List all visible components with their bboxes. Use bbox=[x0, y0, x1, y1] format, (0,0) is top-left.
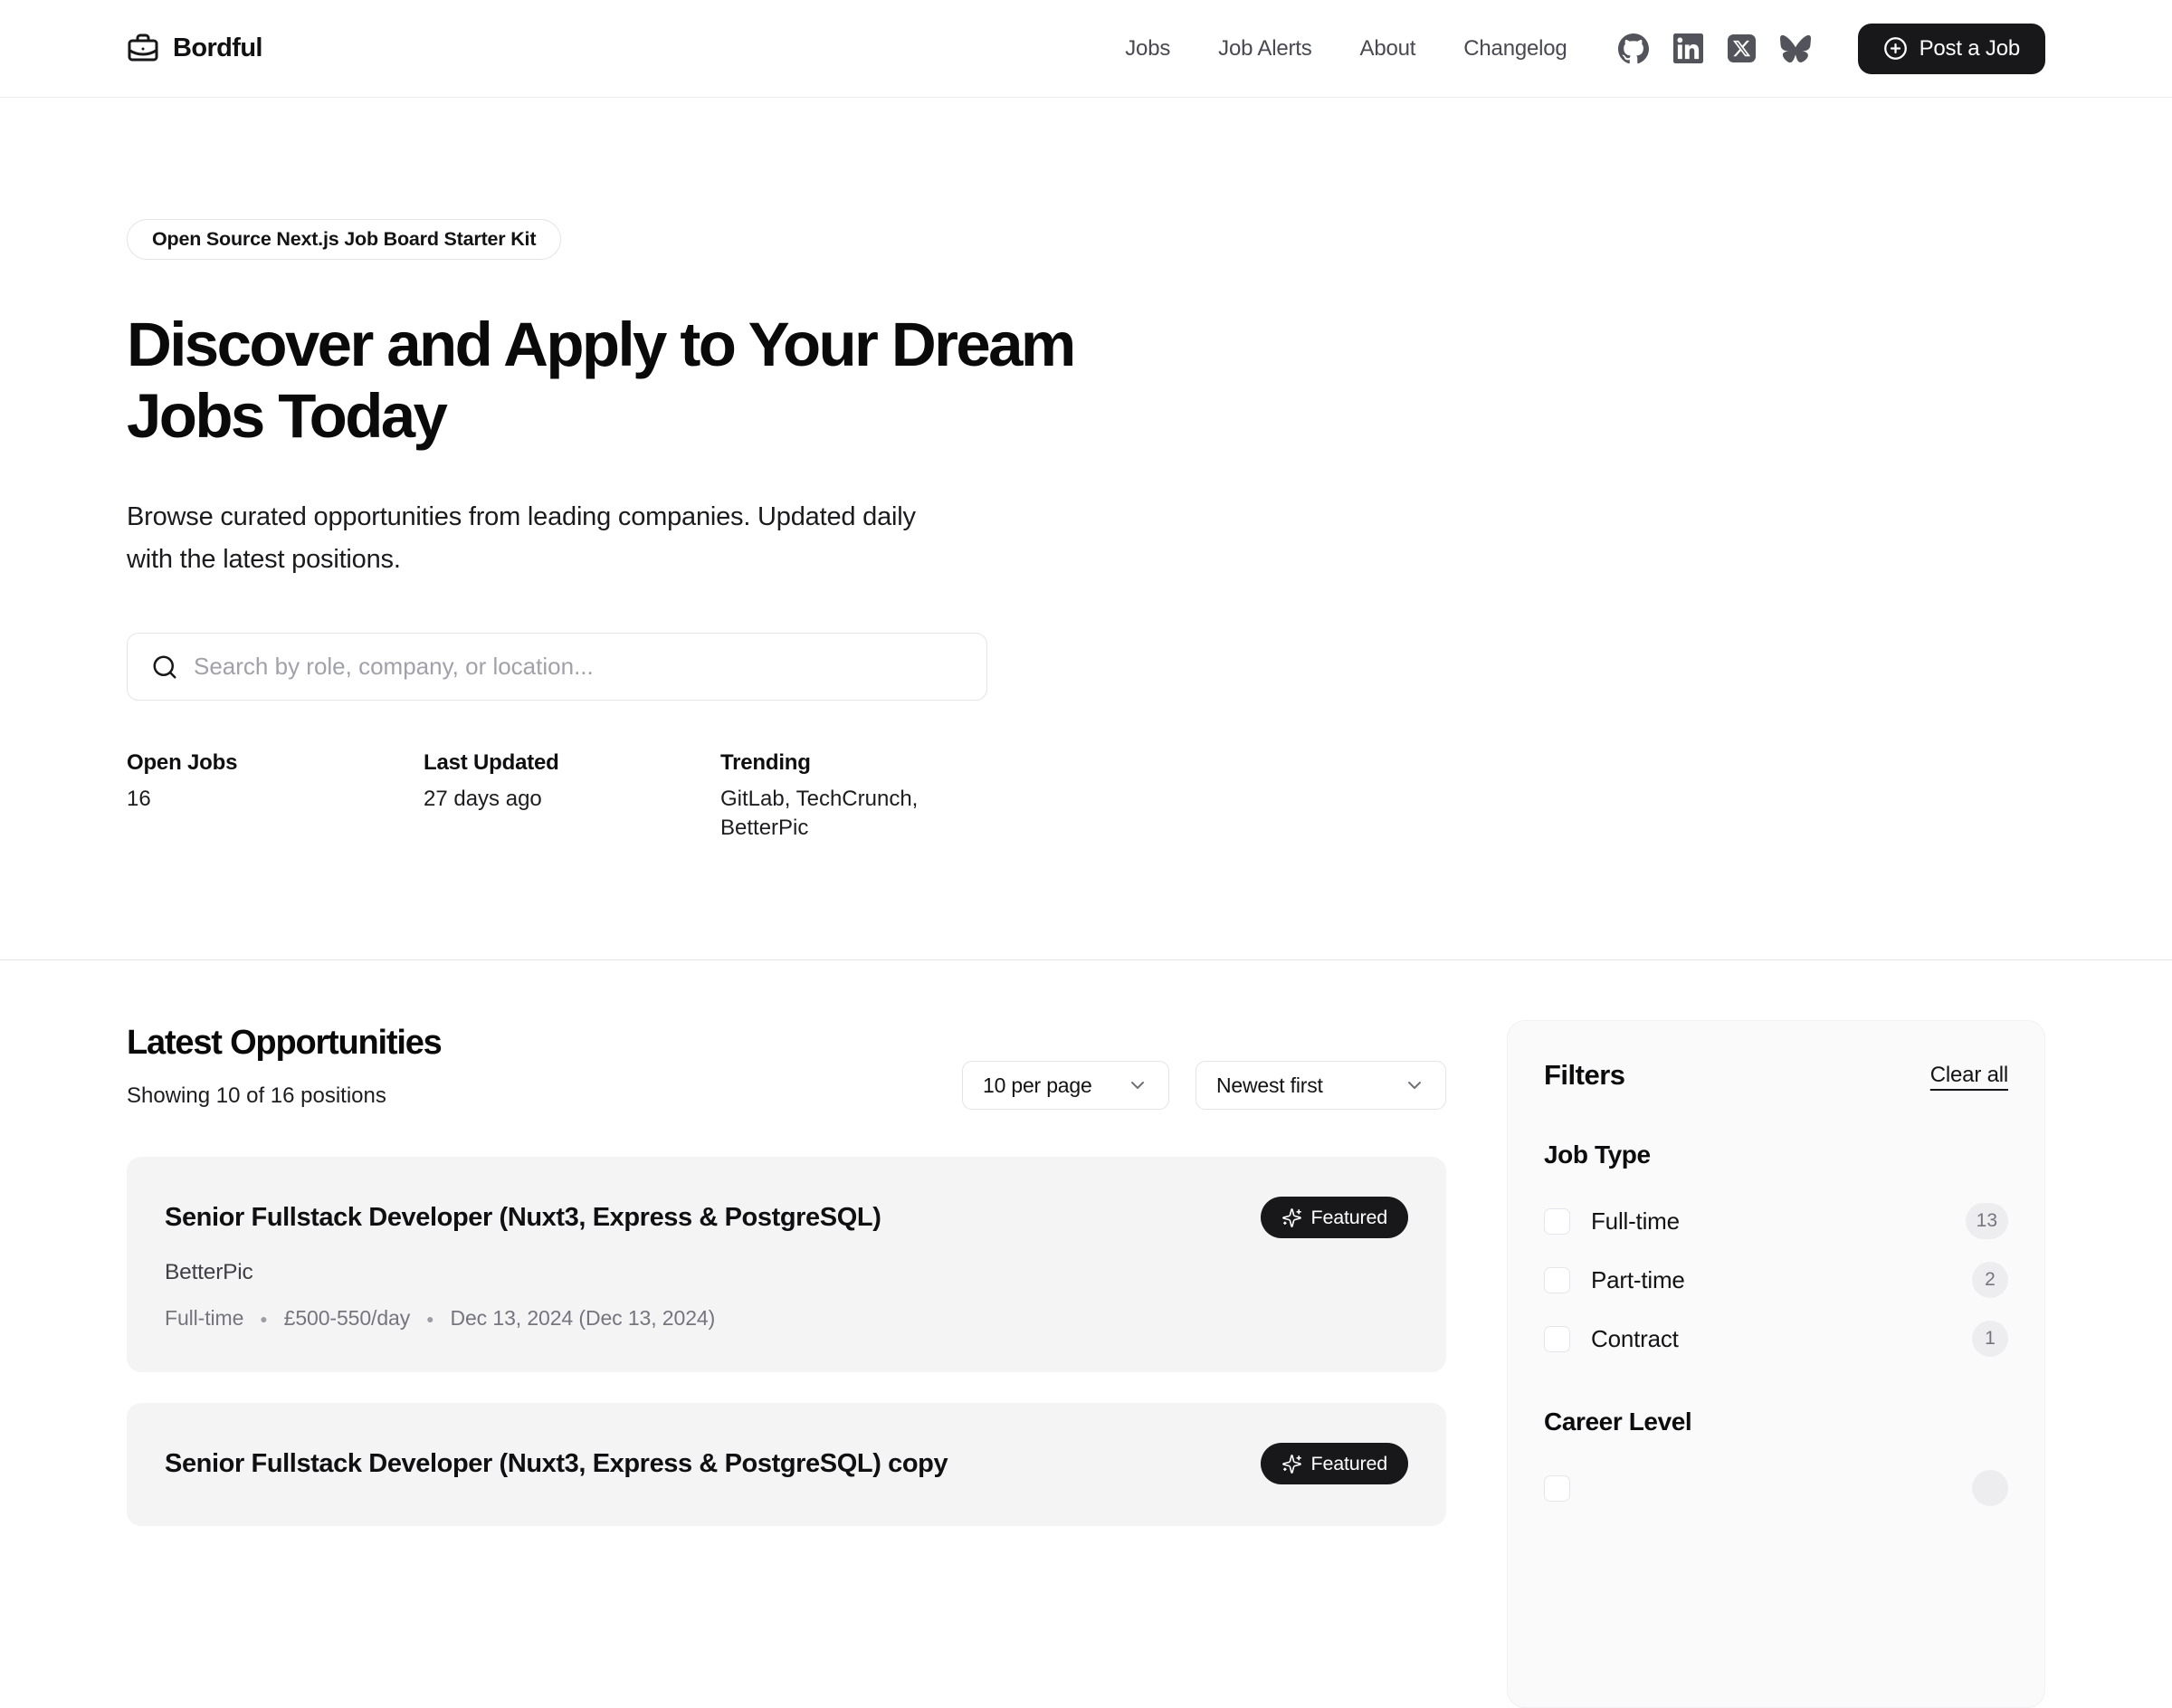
option-label: Part-time bbox=[1591, 1266, 1685, 1294]
per-page-select[interactable]: 10 per page bbox=[962, 1061, 1169, 1110]
hero-subtitle-line2: with the latest positions. bbox=[127, 539, 2045, 581]
nav-link-about[interactable]: About bbox=[1360, 36, 1416, 62]
job-meta: Full-time ● £500-550/day ● Dec 13, 2024 … bbox=[165, 1306, 1408, 1331]
stat-label: Last Updated bbox=[424, 750, 720, 776]
career-level-options bbox=[1544, 1468, 2008, 1508]
stat-label: Open Jobs bbox=[127, 750, 424, 776]
post-a-job-button[interactable]: Post a Job bbox=[1858, 24, 2045, 74]
jobs-column: Latest Opportunities Showing 10 of 16 po… bbox=[127, 960, 1446, 1526]
sparkles-icon bbox=[1281, 1454, 1302, 1474]
showing-count: Showing 10 of 16 positions bbox=[127, 1083, 442, 1109]
hero-badge: Open Source Next.js Job Board Starter Ki… bbox=[127, 219, 561, 260]
dot-separator: ● bbox=[426, 1312, 433, 1325]
main-nav: Jobs Job Alerts About Changelog bbox=[1125, 36, 1567, 62]
count-badge bbox=[1972, 1470, 2008, 1506]
plus-circle-icon bbox=[1883, 36, 1908, 61]
job-type-options: Full-time 13 Part-time 2 Contract 1 bbox=[1544, 1201, 2008, 1359]
linkedin-icon[interactable] bbox=[1673, 33, 1703, 63]
job-card-top: Senior Fullstack Developer (Nuxt3, Expre… bbox=[165, 1197, 1408, 1238]
job-salary: £500-550/day bbox=[284, 1306, 410, 1331]
sort-value: Newest first bbox=[1216, 1073, 1323, 1098]
job-type-title: Job Type bbox=[1544, 1140, 2008, 1169]
option-label: Contract bbox=[1591, 1325, 1679, 1353]
count-badge: 2 bbox=[1972, 1262, 2008, 1298]
hero-stats: Open Jobs 16 Last Updated 27 days ago Tr… bbox=[127, 750, 2045, 843]
count-badge: 13 bbox=[1966, 1203, 2008, 1239]
search-input[interactable] bbox=[194, 634, 963, 700]
hero-subtitle-line1: Browse curated opportunities from leadin… bbox=[127, 496, 2045, 539]
filters-column: Filters Clear all Job Type Full-time 13 … bbox=[1507, 960, 2045, 1708]
main-content: Latest Opportunities Showing 10 of 16 po… bbox=[0, 960, 2172, 1708]
job-company: BetterPic bbox=[165, 1260, 1408, 1285]
stat-label: Trending bbox=[720, 750, 956, 776]
stat-open-jobs: Open Jobs 16 bbox=[127, 750, 424, 843]
checkbox-contract[interactable] bbox=[1544, 1326, 1570, 1352]
nav-link-jobs[interactable]: Jobs bbox=[1125, 36, 1170, 62]
featured-badge: Featured bbox=[1261, 1197, 1408, 1238]
filter-option-contract[interactable]: Contract 1 bbox=[1544, 1319, 2008, 1359]
stat-last-updated: Last Updated 27 days ago bbox=[424, 750, 720, 843]
chevron-down-icon bbox=[1404, 1074, 1425, 1096]
post-a-job-label: Post a Job bbox=[1920, 36, 2020, 62]
filters-title: Filters bbox=[1544, 1059, 1625, 1092]
filter-option-full-time[interactable]: Full-time 13 bbox=[1544, 1201, 2008, 1241]
bluesky-icon[interactable] bbox=[1780, 33, 1811, 64]
job-date: Dec 13, 2024 (Dec 13, 2024) bbox=[450, 1306, 715, 1331]
jobs-header: Latest Opportunities Showing 10 of 16 po… bbox=[127, 1024, 1446, 1110]
hero-section: Open Source Next.js Job Board Starter Ki… bbox=[0, 98, 2172, 960]
dot-separator: ● bbox=[260, 1312, 267, 1325]
brand-name: Bordful bbox=[173, 33, 262, 63]
hero-title-line2: Jobs Today bbox=[127, 380, 2045, 452]
hero-title-line1: Discover and Apply to Your Dream bbox=[127, 309, 2045, 380]
job-title[interactable]: Senior Fullstack Developer (Nuxt3, Expre… bbox=[165, 1449, 948, 1479]
job-title[interactable]: Senior Fullstack Developer (Nuxt3, Expre… bbox=[165, 1203, 881, 1233]
brand-logo[interactable]: Bordful bbox=[127, 33, 262, 65]
search-icon bbox=[151, 654, 178, 681]
clear-all-link[interactable]: Clear all bbox=[1930, 1063, 2008, 1088]
stat-value: 27 days ago bbox=[424, 785, 720, 814]
per-page-value: 10 per page bbox=[983, 1073, 1092, 1098]
chevron-down-icon bbox=[1127, 1074, 1148, 1096]
social-links bbox=[1618, 33, 1811, 64]
list-controls: 10 per page Newest first bbox=[962, 1061, 1446, 1110]
checkbox-full-time[interactable] bbox=[1544, 1208, 1570, 1235]
featured-badge: Featured bbox=[1261, 1443, 1408, 1484]
hero-title: Discover and Apply to Your Dream Jobs To… bbox=[127, 309, 2045, 452]
x-icon[interactable] bbox=[1728, 34, 1756, 62]
filter-option-partial[interactable] bbox=[1544, 1468, 2008, 1508]
sort-select[interactable]: Newest first bbox=[1196, 1061, 1446, 1110]
filters-panel: Filters Clear all Job Type Full-time 13 … bbox=[1507, 1020, 2045, 1708]
checkbox-career-level[interactable] bbox=[1544, 1475, 1570, 1502]
featured-label: Featured bbox=[1311, 1207, 1387, 1229]
job-card[interactable]: Senior Fullstack Developer (Nuxt3, Expre… bbox=[127, 1403, 1446, 1526]
checkbox-part-time[interactable] bbox=[1544, 1267, 1570, 1293]
option-label: Full-time bbox=[1591, 1207, 1680, 1236]
job-type: Full-time bbox=[165, 1306, 243, 1331]
jobs-section-title: Latest Opportunities bbox=[127, 1024, 442, 1063]
header: Bordful Jobs Job Alerts About Changelog bbox=[0, 0, 2172, 98]
header-right: Jobs Job Alerts About Changelog bbox=[1125, 24, 2045, 74]
job-card-top: Senior Fullstack Developer (Nuxt3, Expre… bbox=[165, 1443, 1408, 1484]
search-box bbox=[127, 633, 987, 701]
stat-value: GitLab, TechCrunch, BetterPic bbox=[720, 785, 956, 843]
count-badge: 1 bbox=[1972, 1321, 2008, 1357]
filters-header: Filters Clear all bbox=[1544, 1059, 2008, 1092]
filter-option-part-time[interactable]: Part-time 2 bbox=[1544, 1260, 2008, 1300]
sparkles-icon bbox=[1281, 1207, 1302, 1228]
hero-subtitle: Browse curated opportunities from leadin… bbox=[127, 496, 2045, 581]
stat-trending: Trending GitLab, TechCrunch, BetterPic bbox=[720, 750, 956, 843]
github-icon[interactable] bbox=[1618, 33, 1649, 64]
featured-label: Featured bbox=[1311, 1453, 1387, 1475]
job-card[interactable]: Senior Fullstack Developer (Nuxt3, Expre… bbox=[127, 1157, 1446, 1372]
nav-link-changelog[interactable]: Changelog bbox=[1463, 36, 1567, 62]
career-level-title: Career Level bbox=[1544, 1407, 2008, 1436]
stat-value: 16 bbox=[127, 785, 424, 814]
nav-link-job-alerts[interactable]: Job Alerts bbox=[1218, 36, 1311, 62]
briefcase-icon bbox=[127, 33, 159, 65]
